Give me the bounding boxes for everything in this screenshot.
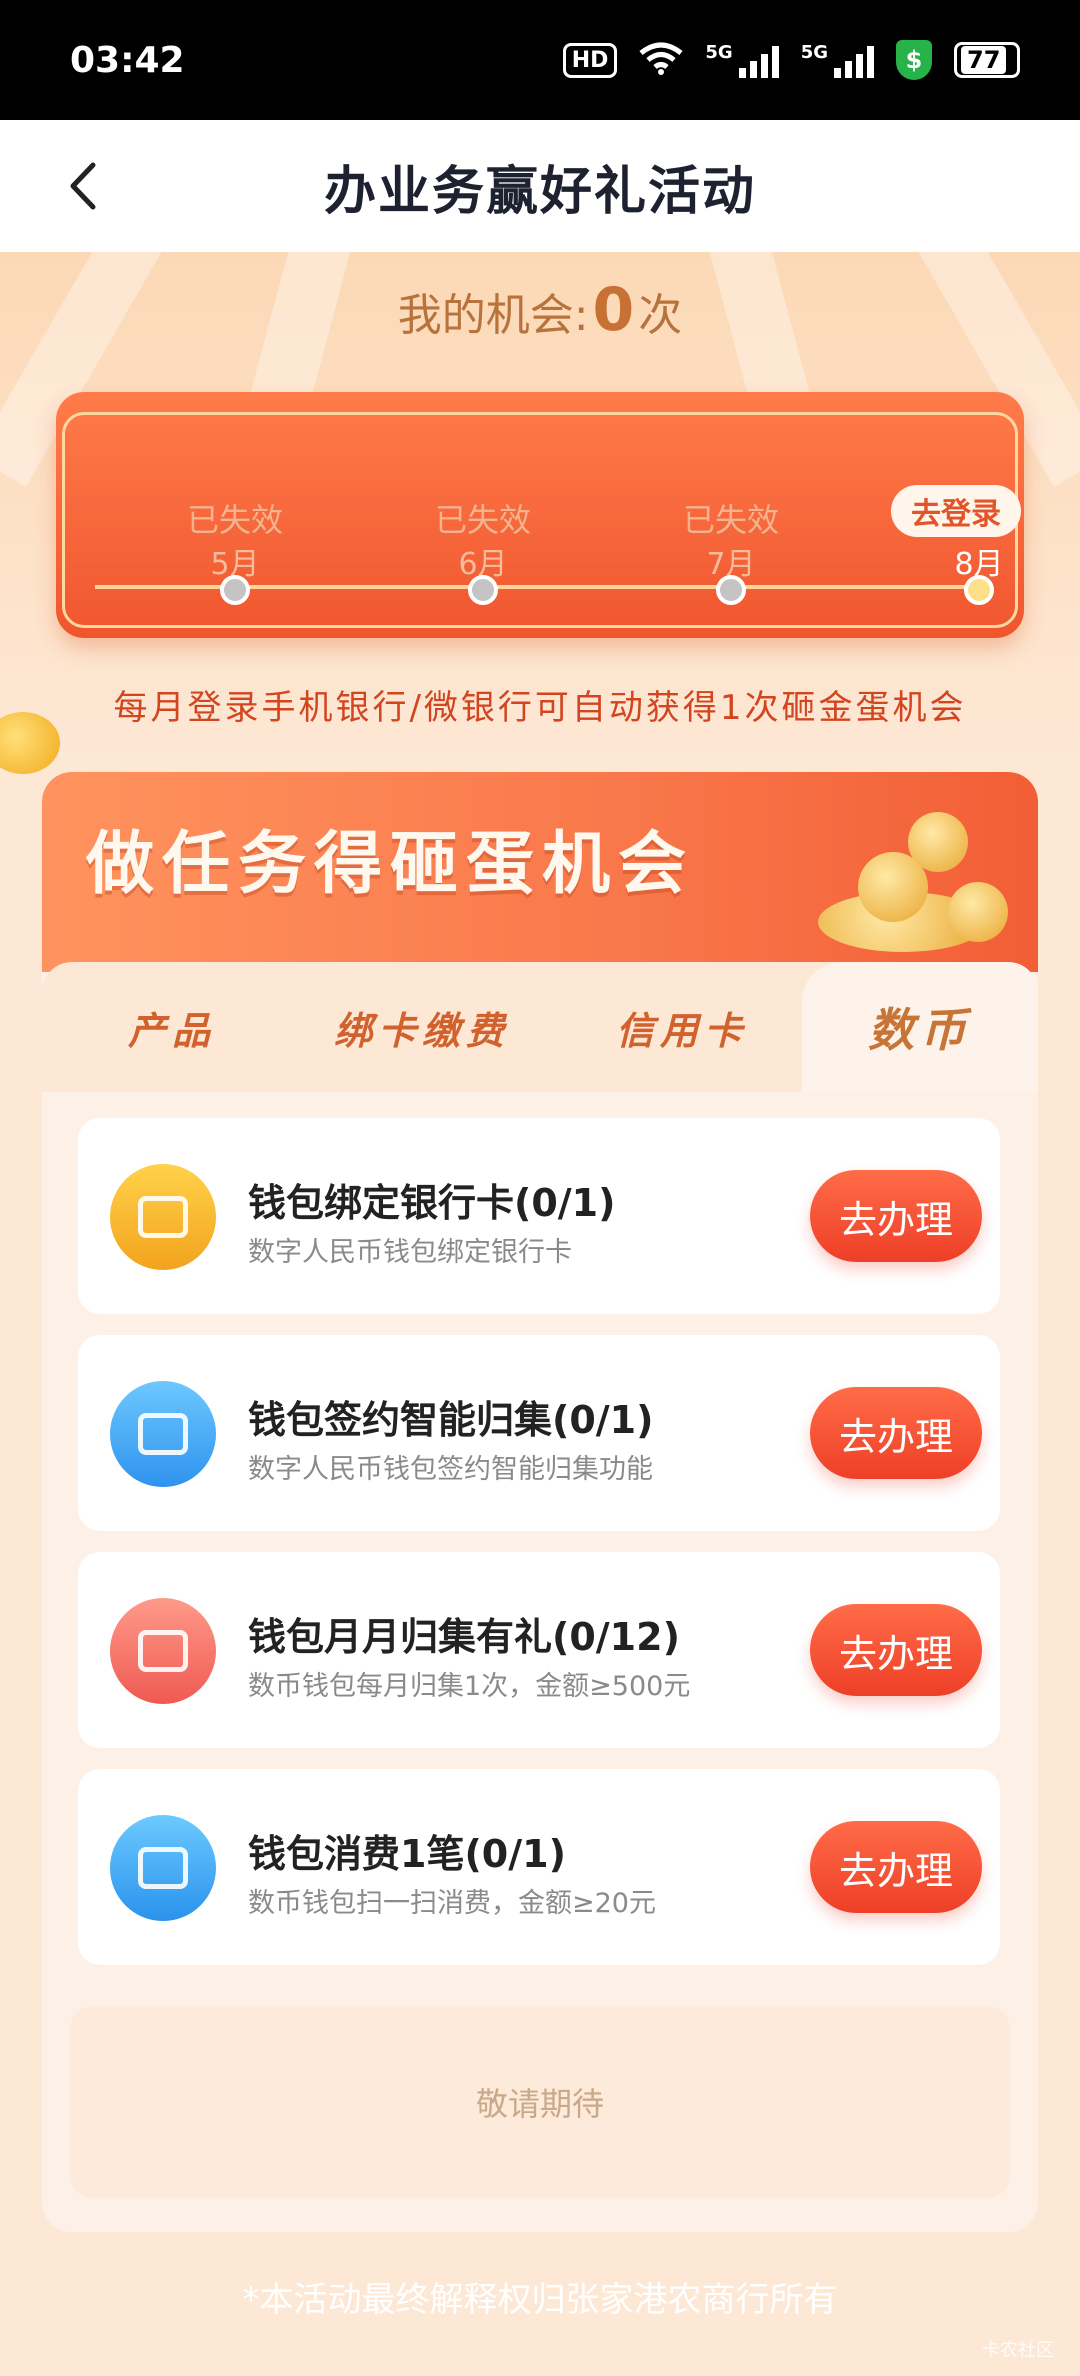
task-item: 钱包消费1笔(0/1) 数币钱包扫一扫消费，金额≥20元 去办理 [78,1769,1000,1965]
monthly-timeline: 已失效 5月 已失效 6月 已失效 7月 去登录 8月 [56,392,1024,638]
tab-bind-card-payment[interactable]: 绑卡缴费 [292,962,552,1092]
tab-credit-card[interactable]: 信用卡 [572,962,792,1092]
task-desc: 数币钱包扫一扫消费，金额≥20元 [248,1888,656,1919]
back-button[interactable] [52,154,112,218]
battery-icon: 77 [954,42,1020,78]
battery-level: 77 [961,46,1007,74]
watermark: 卡农社区 [982,2340,1054,2361]
task-desc: 数币钱包每月归集1次，金额≥500元 [248,1671,691,1702]
status-time: 03:42 [70,39,185,81]
status-icons: HD 5G 5G $ 77 [562,40,1020,80]
task-title: 钱包月月归集有礼(0/12) [248,1615,680,1659]
tab-product[interactable]: 产品 [82,962,262,1092]
footer-disclaimer: *本活动最终解释权归张家港农商行所有 [242,2280,838,2320]
timeline-status-jun: 已失效 [434,501,531,539]
timeline-dot-jul [716,575,746,605]
task-title: 钱包签约智能归集(0/1) [248,1398,654,1442]
tab-digital-currency[interactable]: 数币 [802,962,1038,1092]
task-item: 钱包签约智能归集(0/1) 数字人民币钱包签约智能归集功能 去办理 [78,1335,1000,1531]
do-task-button[interactable]: 去办理 [810,1387,982,1479]
timeline-status-jul: 已失效 [682,501,779,539]
task-desc: 数字人民币钱包签约智能归集功能 [248,1454,653,1485]
chance-label: 我的机会: [397,290,589,341]
chance-count: 0 [592,275,635,345]
gold-coins-illustration [798,792,1018,962]
task-title: 钱包消费1笔(0/1) [248,1832,566,1876]
timeline-status-may: 已失效 [186,501,283,539]
signal-icon-2: 5G [801,42,874,78]
signal-icon-1: 5G [705,42,779,78]
do-task-button[interactable]: 去办理 [810,1604,982,1696]
calendar-return-icon [110,1598,216,1704]
hd-icon: HD [562,42,618,78]
task-title: 钱包绑定银行卡(0/1) [248,1181,616,1225]
link-card-icon [110,1164,216,1270]
page-title: 办业务赢好礼活动 [323,161,756,222]
task-tabs: 产品 绑卡缴费 信用卡 数币 [42,962,1038,1092]
task-desc: 数字人民币钱包绑定银行卡 [248,1237,572,1268]
chance-unit: 次 [638,290,683,341]
download-box-icon [110,1381,216,1487]
my-chance: 我的机会:0次 [0,275,1080,345]
notice-text: 每月登录手机银行/微银行可自动获得1次砸金蛋机会 [113,688,967,728]
panel-title: 做任务得砸蛋机会 [86,825,695,904]
do-task-button[interactable]: 去办理 [810,1821,982,1913]
status-bar: 03:42 HD 5G 5G $ 77 [0,0,1080,120]
task-item: 钱包绑定银行卡(0/1) 数字人民币钱包绑定银行卡 去办理 [78,1118,1000,1314]
do-task-button[interactable]: 去办理 [810,1170,982,1262]
coming-soon-placeholder: 敬请期待 [70,2006,1010,2198]
panel-header: 做任务得砸蛋机会 [42,772,1038,972]
timeline-dot-may [220,575,250,605]
chevron-left-icon [70,162,96,210]
login-button[interactable]: 去登录 [891,485,1021,537]
wifi-icon [639,41,683,79]
timeline-dot-jun [468,575,498,605]
timeline-dot-aug [964,575,994,605]
task-panel: 做任务得砸蛋机会 产品 绑卡缴费 信用卡 数币 钱包绑定银行卡(0/1) 数字人… [42,772,1038,2232]
nav-bar: 办业务赢好礼活动 [0,120,1080,252]
shield-icon: $ [896,40,932,80]
task-item: 钱包月月归集有礼(0/12) 数币钱包每月归集1次，金额≥500元 去办理 [78,1552,1000,1748]
shopping-bag-icon [110,1815,216,1921]
